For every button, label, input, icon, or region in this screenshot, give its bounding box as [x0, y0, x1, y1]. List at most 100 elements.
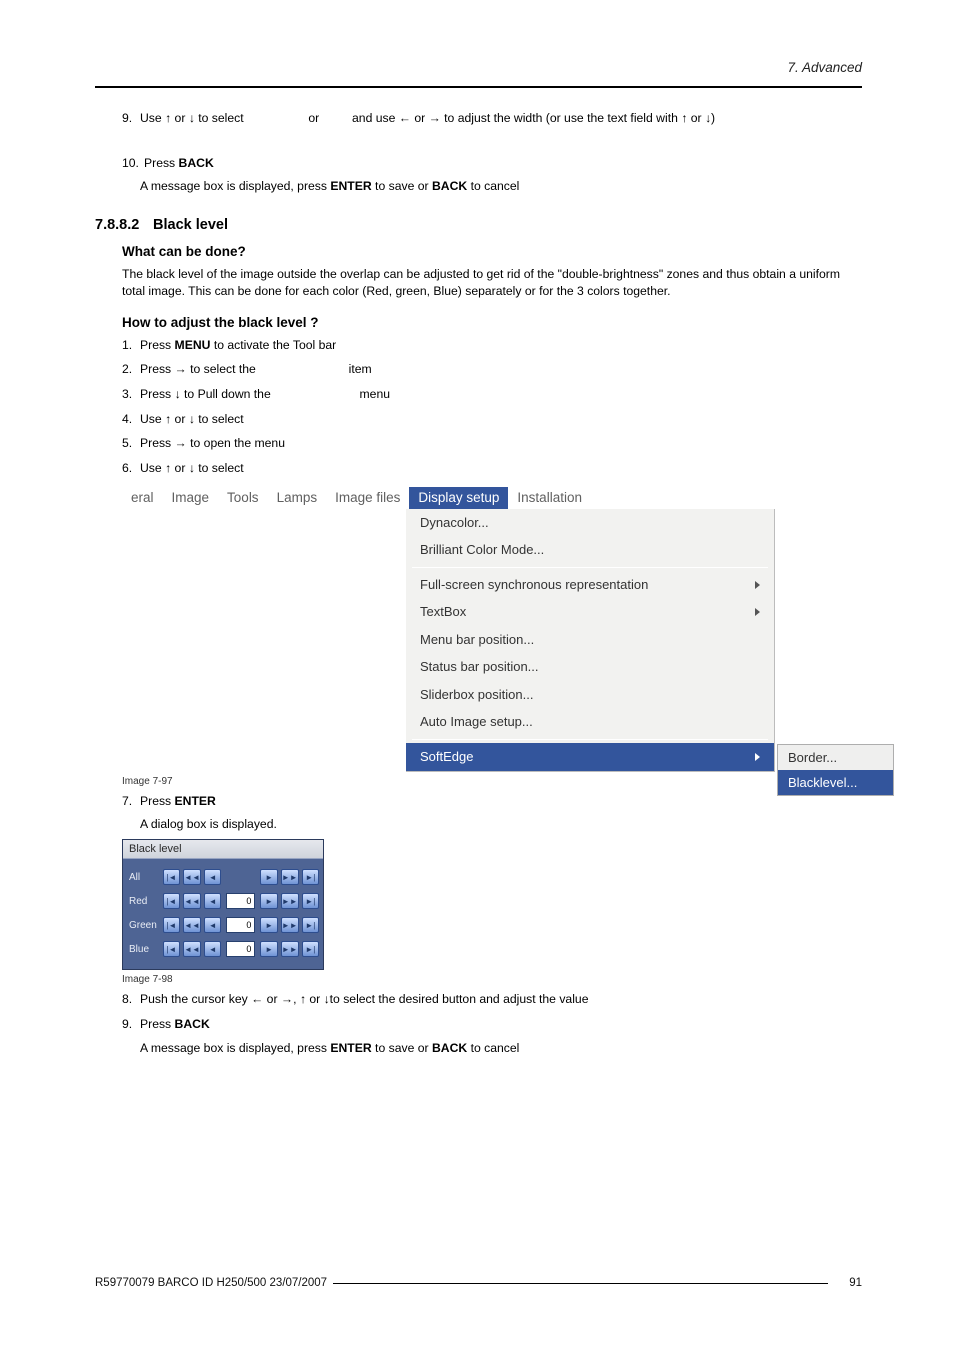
step-text: Press → to open the menu: [140, 435, 862, 453]
step-number: 3.: [122, 386, 140, 404]
back-key: BACK: [175, 1017, 210, 1031]
menu-item-active[interactable]: Display setup: [409, 487, 508, 509]
dropdown-item[interactable]: Dynacolor...: [406, 509, 774, 537]
prev-button[interactable]: ◄: [204, 917, 221, 933]
text: Press ↓ to Pull down the: [140, 387, 274, 401]
dropdown-label: TextBox: [420, 603, 466, 621]
menu-item[interactable]: Installation: [508, 487, 591, 509]
rewind-button[interactable]: ◄◄: [183, 869, 201, 885]
forward-button[interactable]: ►►: [281, 917, 299, 933]
next-button[interactable]: ►: [260, 893, 277, 909]
menu-item[interactable]: Image files: [326, 487, 409, 509]
dropdown-label: Dynacolor...: [420, 514, 489, 532]
text: Press → to select the: [140, 362, 259, 376]
after-step-7: 7. Press ENTER: [122, 793, 862, 811]
dropdown-item[interactable]: Sliderbox position...: [406, 681, 774, 709]
text: item: [345, 362, 371, 376]
forward-button[interactable]: ►►: [281, 869, 299, 885]
dropdown-menu: Dynacolor... Brilliant Color Mode... Ful…: [406, 509, 775, 772]
last-button[interactable]: ►|: [302, 869, 319, 885]
forward-button[interactable]: ►►: [281, 941, 299, 957]
rewind-button[interactable]: ◄◄: [183, 893, 201, 909]
enter-key: ENTER: [175, 794, 216, 808]
text: A message box is displayed, press: [140, 179, 330, 193]
what-para: The black level of the image outside the…: [122, 266, 862, 300]
step-number: 7.: [122, 793, 140, 811]
step-10-top: 10. Press BACK: [122, 155, 862, 173]
value-field[interactable]: 0: [226, 917, 255, 933]
menu-item[interactable]: Image: [163, 487, 219, 509]
dropdown-item[interactable]: Menu bar position...: [406, 626, 774, 654]
chevron-right-icon: [755, 607, 762, 617]
text: to save or: [372, 179, 432, 193]
last-button[interactable]: ►|: [302, 941, 319, 957]
value-field[interactable]: 0: [226, 941, 255, 957]
dropdown-item[interactable]: Brilliant Color Mode...: [406, 536, 774, 564]
section-title: Black level: [153, 217, 228, 233]
dropdown-item[interactable]: Full-screen synchronous representation: [406, 571, 774, 599]
how-step-6: 6. Use ↑ or ↓ to select: [122, 460, 862, 478]
dropdown-label: Menu bar position...: [420, 631, 534, 649]
dialog-row-red: Red |◄ ◄◄ ◄ 0 ► ►► ►|: [127, 889, 319, 913]
prev-button[interactable]: ◄: [204, 941, 221, 957]
dropdown-label: Brilliant Color Mode...: [420, 541, 544, 559]
first-button[interactable]: |◄: [163, 893, 180, 909]
footer-rule: [333, 1283, 828, 1284]
text: and use ← or → to adjust the width (or u…: [349, 111, 715, 125]
text: to save or: [372, 1041, 432, 1055]
final-step-8: 8. Push the cursor key ← or →, ↑ or ↓to …: [122, 991, 862, 1009]
dropdown-item[interactable]: Status bar position...: [406, 653, 774, 681]
back-key: BACK: [432, 179, 467, 193]
next-button[interactable]: ►: [260, 869, 277, 885]
step-text: Use ↑ or ↓ to select or and use ← or → t…: [140, 110, 862, 128]
menu-item[interactable]: Lamps: [268, 487, 327, 509]
page-footer: R59770079 BARCO ID H250/500 23/07/2007 9…: [95, 1277, 862, 1289]
forward-button[interactable]: ►►: [281, 893, 299, 909]
submenu-item[interactable]: Border...: [778, 745, 893, 770]
submenu: Border... Blacklevel...: [777, 744, 894, 796]
rewind-button[interactable]: ◄◄: [183, 917, 201, 933]
last-button[interactable]: ►|: [302, 893, 319, 909]
first-button[interactable]: |◄: [163, 917, 180, 933]
prev-button[interactable]: ◄: [204, 869, 221, 885]
next-button[interactable]: ►: [260, 917, 277, 933]
image-caption: Image 7-97: [122, 776, 862, 787]
step-10-sub: A message box is displayed, press ENTER …: [140, 179, 862, 193]
first-button[interactable]: |◄: [163, 941, 180, 957]
next-button[interactable]: ►: [260, 941, 277, 957]
submenu-item-selected[interactable]: Blacklevel...: [778, 770, 893, 795]
chevron-right-icon: [755, 580, 762, 590]
section-number: 7.8.8.2: [95, 217, 153, 233]
row-label: Blue: [127, 944, 160, 955]
step-text: Press ↓ to Pull down the menu: [140, 386, 862, 404]
menu-item[interactable]: Tools: [218, 487, 268, 509]
step-text: Push the cursor key ← or →, ↑ or ↓to sel…: [140, 991, 862, 1009]
dialog-row-blue: Blue |◄ ◄◄ ◄ 0 ► ►► ►|: [127, 937, 319, 961]
rewind-button[interactable]: ◄◄: [183, 941, 201, 957]
final-step-9: 9. Press BACK: [122, 1016, 862, 1034]
dropdown-item-selected[interactable]: SoftEdge: [406, 743, 774, 771]
prev-button[interactable]: ◄: [204, 893, 221, 909]
text: Press: [144, 156, 179, 170]
step-number: 1.: [122, 337, 140, 355]
first-button[interactable]: |◄: [163, 869, 180, 885]
menu-item[interactable]: eral: [122, 487, 163, 509]
how-step-2: 2. Press → to select the item: [122, 361, 862, 379]
step-text: Press BACK: [140, 1016, 862, 1034]
step-text: Use ↑ or ↓ to select: [140, 460, 862, 478]
dropdown-item[interactable]: TextBox: [406, 598, 774, 626]
how-step-3: 3. Press ↓ to Pull down the menu: [122, 386, 862, 404]
how-heading: How to adjust the black level ?: [122, 315, 862, 330]
after-step-7-sub: A dialog box is displayed.: [140, 817, 862, 831]
step-number: 9.: [122, 110, 140, 128]
text: Press: [140, 338, 175, 352]
last-button[interactable]: ►|: [302, 917, 319, 933]
chevron-right-icon: [755, 752, 762, 762]
value-field[interactable]: 0: [226, 893, 255, 909]
step-text: Press → to select the item: [140, 361, 862, 379]
dropdown-item[interactable]: Auto Image setup...: [406, 708, 774, 736]
dropdown-label: Auto Image setup...: [420, 713, 533, 731]
dialog-title: Black level: [123, 840, 323, 859]
row-label: Red: [127, 896, 160, 907]
final-step-9-sub: A message box is displayed, press ENTER …: [140, 1041, 862, 1055]
